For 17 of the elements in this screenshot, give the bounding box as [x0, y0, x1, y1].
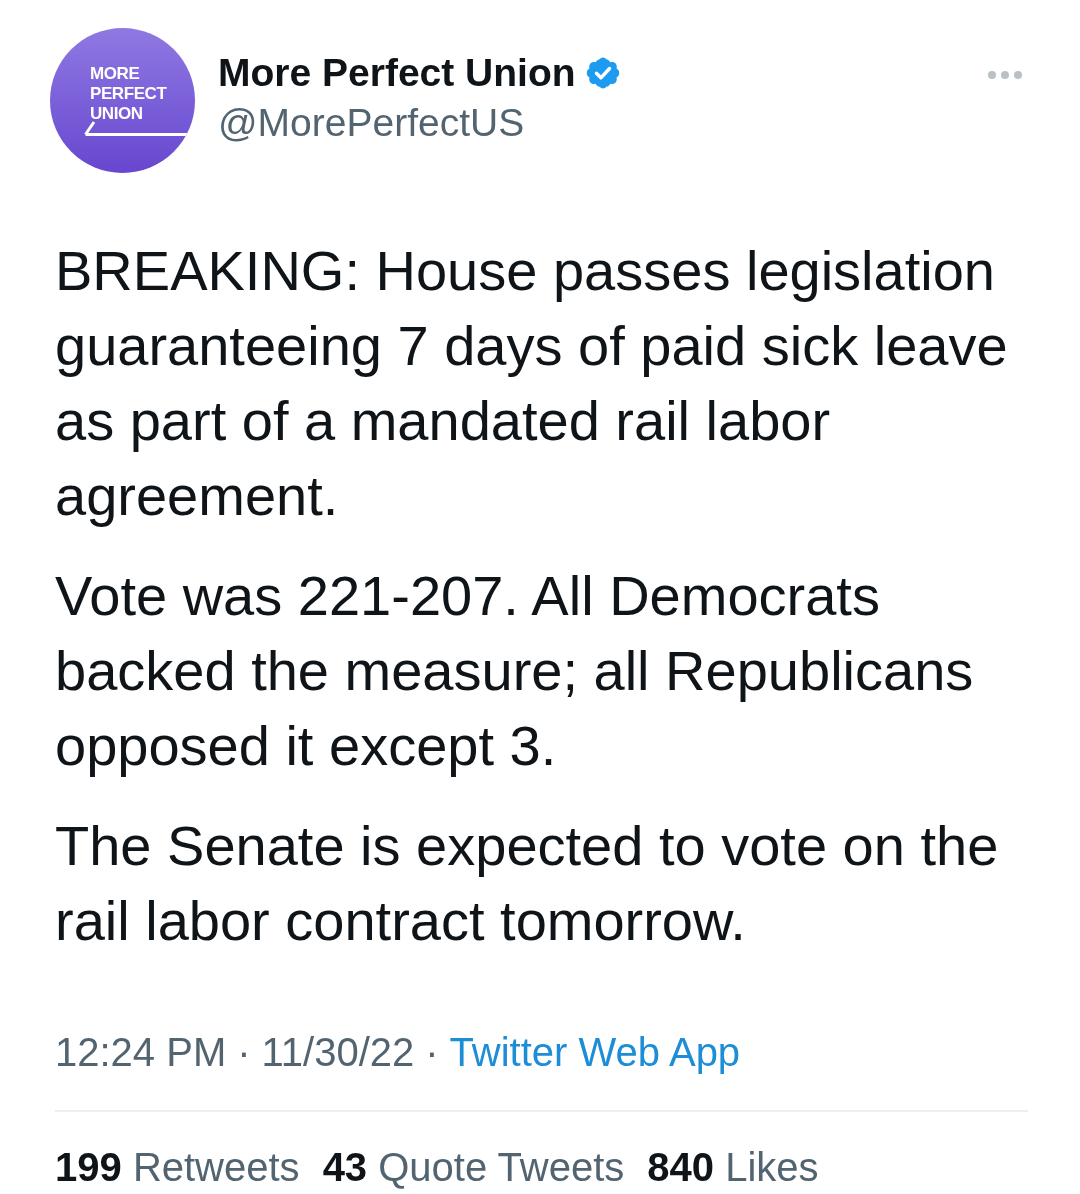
- avatar-logo[interactable]: MORE PERFECT UNION: [50, 28, 195, 173]
- stat-link[interactable]: 43 Quote Tweets: [322, 1143, 625, 1191]
- timestamp-text: 11/30/22: [261, 1029, 415, 1076]
- display-name[interactable]: More Perfect Union: [218, 47, 576, 98]
- separator-dot: ·: [237, 1029, 251, 1076]
- tweet-paragraph: The Senate is expected to vote on the rail labor contract tomorrow.: [55, 813, 1000, 954]
- source-link[interactable]: Twitter Web App: [449, 1028, 741, 1076]
- stat-link[interactable]: 840 Likes: [647, 1143, 819, 1191]
- more-options-icon[interactable]: [988, 71, 1022, 79]
- logo-stroke-icon: [84, 120, 188, 136]
- stat-link[interactable]: 199 Retweets: [55, 1143, 300, 1191]
- logo-text: MORE PERFECT UNION: [90, 64, 167, 124]
- tweet-paragraph: BREAKING: House passes legislation guaranteeing 7 days of paid sick leave as part of a mandated rail labor agreement.: [55, 238, 1009, 529]
- tweet-paragraph: Vote was 221-207. All Democrats backed the measure; all Republicans opposed it except 3.: [55, 563, 975, 779]
- user-handle[interactable]: @MorePerfectUS: [218, 97, 622, 148]
- timestamp-text: 12:24 PM: [55, 1029, 227, 1076]
- separator-dot: ·: [425, 1029, 439, 1076]
